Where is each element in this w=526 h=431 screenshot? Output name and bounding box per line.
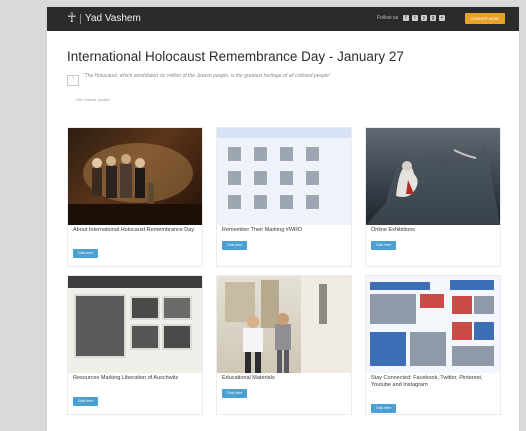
collage-banner (450, 280, 494, 290)
portrait-thumb (305, 146, 320, 162)
photo-header-strip (217, 128, 351, 138)
document-header (68, 276, 202, 288)
collage-photo (410, 332, 446, 366)
social-icons: f t y g + (403, 15, 445, 21)
twitter-icon[interactable]: t (412, 15, 418, 21)
archive-photo (130, 324, 160, 350)
exhibition-photo[interactable] (366, 128, 500, 225)
menorah-logo-icon[interactable]: ☥ (67, 12, 77, 26)
card-caption[interactable]: Resources Marking Liberation of Auschwit… (73, 375, 197, 382)
archive-photo (130, 296, 160, 320)
page: ☥ Yad Vashem Follow us f t y g + DONATE … (47, 7, 519, 431)
card-about-remembrance-day[interactable]: About International Holocaust Remembranc… (67, 127, 203, 267)
portrait-thumb (227, 146, 242, 162)
logo-divider (80, 14, 81, 24)
collage-photo (420, 294, 444, 308)
card-caption[interactable]: Remember Their Marking #WRD (222, 227, 346, 234)
collage-photo (474, 322, 494, 340)
collage-photo (370, 294, 416, 324)
card-resources-auschwitz[interactable]: Resources Marking Liberation of Auschwit… (67, 275, 203, 415)
google-icon[interactable]: g (430, 15, 436, 21)
quote-icon: “ (67, 75, 79, 86)
portrait-thumb (305, 194, 320, 210)
portrait-thumb (253, 170, 268, 186)
exhibition-scene (366, 143, 500, 225)
education-photo[interactable] (217, 276, 351, 373)
education-scene (225, 276, 351, 373)
collage-photo (370, 332, 406, 366)
collage-photo (474, 296, 494, 314)
card-button[interactable]: Click here (222, 241, 247, 250)
page-title: International Holocaust Remembrance Day … (67, 49, 404, 64)
portrait-thumb (227, 170, 242, 186)
card-button[interactable]: Click here (73, 397, 98, 406)
portrait-thumb (227, 194, 242, 210)
portrait-thumb (279, 194, 294, 210)
portrait-thumb (279, 170, 294, 186)
card-button[interactable]: Click here (222, 389, 247, 398)
facebook-icon[interactable]: f (403, 15, 409, 21)
donate-button[interactable]: DONATE NOW (465, 13, 505, 24)
portrait-thumb (253, 194, 268, 210)
card-button[interactable]: Click here (73, 249, 98, 258)
archive-photo (162, 324, 192, 350)
card-button[interactable]: Click here (371, 404, 396, 413)
collage-header (370, 282, 430, 290)
card-button[interactable]: Click here (371, 241, 396, 250)
card-caption[interactable]: About International Holocaust Remembranc… (73, 227, 197, 234)
ceremony-photo[interactable] (68, 128, 202, 225)
card-caption[interactable]: Online Exhibitions (371, 227, 495, 234)
top-navigation-bar: ☥ Yad Vashem Follow us f t y g + DONATE … (47, 7, 519, 31)
portrait-thumb (305, 170, 320, 186)
follow-us-label: Follow us (377, 15, 399, 21)
portrait-thumb (279, 146, 294, 162)
collage-photo (452, 346, 494, 366)
card-caption[interactable]: Stay Connected: Facebook, Twitter, Pinte… (371, 375, 495, 389)
names-wall-photo[interactable] (217, 128, 351, 225)
card-online-exhibitions[interactable]: Online Exhibitions Click here (365, 127, 501, 267)
collage-photo (452, 296, 472, 314)
social-news-collage[interactable] (366, 276, 500, 373)
quote-text: “The Holocaust, which annihilated six mi… (83, 73, 331, 79)
youtube-icon[interactable]: y (421, 15, 427, 21)
plus-icon[interactable]: + (439, 15, 445, 21)
collage-photo (452, 322, 472, 340)
archive-document-photo[interactable] (68, 276, 202, 373)
portrait-thumb (253, 146, 268, 162)
card-stay-connected[interactable]: Stay Connected: Facebook, Twitter, Pinte… (365, 275, 501, 415)
archive-photo-left (74, 294, 126, 358)
card-remember-their-marking[interactable]: Remember Their Marking #WRD Click here (216, 127, 352, 267)
site-logo-text[interactable]: Yad Vashem (85, 13, 141, 25)
card-caption[interactable]: Educational Materials (222, 375, 346, 382)
quote-attribution: - Elie Wiesel quoted (74, 97, 110, 102)
archive-photo (162, 296, 192, 320)
card-educational-materials[interactable]: Educational Materials Click here (216, 275, 352, 415)
ceremony-scene (68, 143, 202, 225)
